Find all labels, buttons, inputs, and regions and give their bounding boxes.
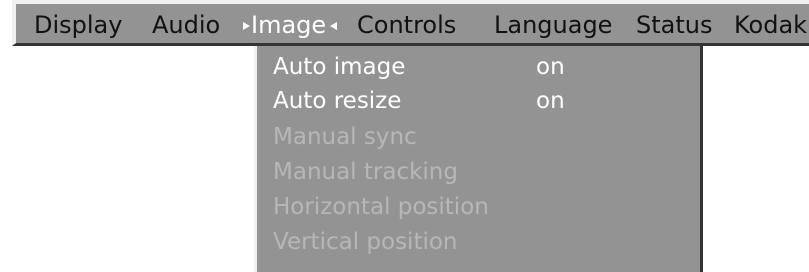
triangle-right-icon bbox=[243, 22, 250, 30]
auto-resize-value: on bbox=[536, 88, 565, 114]
auto-image-value: on bbox=[536, 54, 565, 80]
auto-resize-label: Auto resize bbox=[273, 88, 402, 114]
menu-item-auto-resize[interactable]: Auto resize on bbox=[257, 84, 700, 118]
menu-status-label: Status bbox=[636, 11, 713, 39]
manual-tracking-label: Manual tracking bbox=[273, 159, 458, 185]
triangle-left-icon bbox=[330, 22, 338, 30]
menu-controls[interactable]: Controls bbox=[357, 8, 456, 42]
manual-sync-label: Manual sync bbox=[273, 124, 417, 150]
menu-status[interactable]: Status bbox=[636, 8, 712, 42]
auto-image-label: Auto image bbox=[273, 54, 406, 80]
menu-display[interactable]: Display bbox=[34, 8, 122, 42]
menu-item-horizontal-position: Horizontal position bbox=[257, 190, 700, 224]
menu-kodak[interactable]: Kodak bbox=[734, 8, 807, 42]
menu-display-label: Display bbox=[34, 11, 123, 39]
menu-bar: Display Audio Image Controls Language St… bbox=[12, 0, 809, 46]
menu-image-label: Image bbox=[251, 11, 327, 39]
menu-item-manual-sync: Manual sync bbox=[257, 120, 700, 154]
menu-language[interactable]: Language bbox=[494, 8, 612, 42]
menu-item-auto-image[interactable]: Auto image on bbox=[257, 50, 700, 84]
menu-kodak-label: Kodak bbox=[734, 11, 808, 39]
menu-controls-label: Controls bbox=[357, 11, 457, 39]
image-dropdown-menu: Auto image on Auto resize on Manual sync… bbox=[254, 46, 703, 272]
vertical-position-label: Vertical position bbox=[273, 229, 458, 255]
menu-language-label: Language bbox=[494, 11, 613, 39]
menu-audio[interactable]: Audio bbox=[152, 8, 220, 42]
menu-audio-label: Audio bbox=[152, 11, 221, 39]
horizontal-position-label: Horizontal position bbox=[273, 194, 489, 220]
menu-image[interactable]: Image bbox=[243, 8, 338, 42]
menu-item-manual-tracking: Manual tracking bbox=[257, 155, 700, 189]
menu-item-vertical-position: Vertical position bbox=[257, 225, 700, 259]
